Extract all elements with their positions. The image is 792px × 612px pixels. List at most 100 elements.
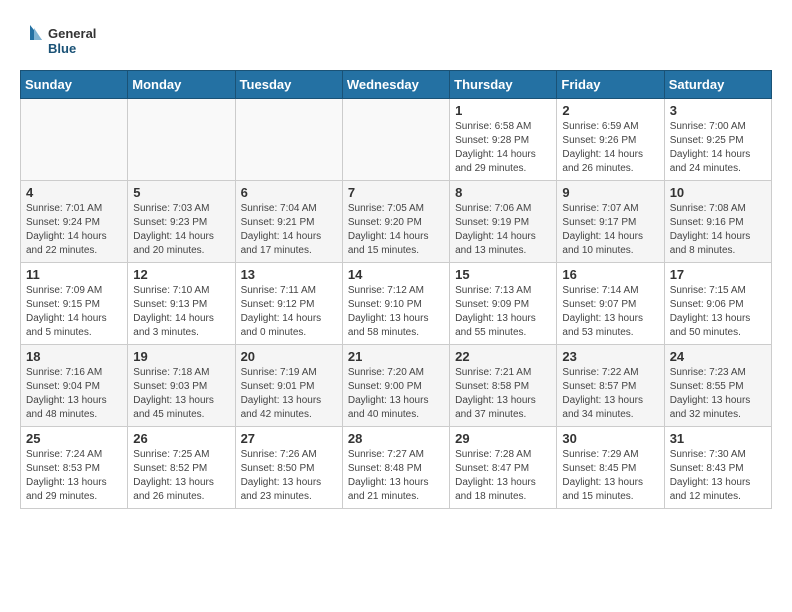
day-info: Sunrise: 7:30 AM Sunset: 8:43 PM Dayligh… xyxy=(670,448,766,504)
day-info: Sunrise: 7:09 AM Sunset: 9:15 PM Dayligh… xyxy=(26,284,122,340)
day-info: Sunrise: 7:29 AM Sunset: 8:45 PM Dayligh… xyxy=(562,448,658,504)
day-number: 29 xyxy=(455,431,551,446)
day-number: 27 xyxy=(241,431,337,446)
day-number: 2 xyxy=(562,103,658,118)
calendar-week-1: 1 Sunrise: 6:58 AM Sunset: 9:28 PM Daylig… xyxy=(21,99,772,181)
day-info: Sunrise: 6:58 AM Sunset: 9:28 PM Dayligh… xyxy=(455,120,551,176)
day-number: 1 xyxy=(455,103,551,118)
calendar-table: SundayMondayTuesdayWednesdayThursdayFrid… xyxy=(20,70,772,509)
day-number: 20 xyxy=(241,349,337,364)
day-number: 18 xyxy=(26,349,122,364)
day-number: 6 xyxy=(241,185,337,200)
calendar-cell: 2 Sunrise: 6:59 AM Sunset: 9:26 PM Daylig… xyxy=(557,99,664,181)
calendar-cell: 12 Sunrise: 7:10 AM Sunset: 9:13 PM Dayli… xyxy=(128,263,235,345)
day-number: 3 xyxy=(670,103,766,118)
day-number: 25 xyxy=(26,431,122,446)
day-info: Sunrise: 7:04 AM Sunset: 9:21 PM Dayligh… xyxy=(241,202,337,258)
calendar-cell: 22Sunrise: 7:21 AM Sunset: 8:58 PM Dayli… xyxy=(450,345,557,427)
day-number: 11 xyxy=(26,267,122,282)
day-number: 5 xyxy=(133,185,229,200)
calendar-cell xyxy=(342,99,449,181)
day-info: Sunrise: 7:10 AM Sunset: 9:13 PM Dayligh… xyxy=(133,284,229,340)
day-info: Sunrise: 7:15 AM Sunset: 9:06 PM Dayligh… xyxy=(670,284,766,340)
calendar-cell: 6 Sunrise: 7:04 AM Sunset: 9:21 PM Daylig… xyxy=(235,181,342,263)
day-info: Sunrise: 7:05 AM Sunset: 9:20 PM Dayligh… xyxy=(348,202,444,258)
day-number: 7 xyxy=(348,185,444,200)
calendar-week-5: 25 Sunrise: 7:24 AM Sunset: 8:53 PM Dayli… xyxy=(21,427,772,509)
calendar-cell: 3 Sunrise: 7:00 AM Sunset: 9:25 PM Daylig… xyxy=(664,99,771,181)
day-number: 17 xyxy=(670,267,766,282)
svg-text:General: General xyxy=(48,26,96,41)
day-number: 28 xyxy=(348,431,444,446)
day-info: Sunrise: 7:12 AM Sunset: 9:10 PM Dayligh… xyxy=(348,284,444,340)
calendar-cell: 25 Sunrise: 7:24 AM Sunset: 8:53 PM Dayli… xyxy=(21,427,128,509)
calendar-cell: 23 Sunrise: 7:22 AM Sunset: 8:57 PM Dayli… xyxy=(557,345,664,427)
calendar-cell: 28 Sunrise: 7:27 AM Sunset: 8:48 PM Dayli… xyxy=(342,427,449,509)
day-info: Sunrise: 7:18 AM Sunset: 9:03 PM Dayligh… xyxy=(133,366,229,422)
day-info: Sunrise: 7:01 AM Sunset: 9:24 PM Dayligh… xyxy=(26,202,122,258)
calendar-cell: 13 Sunrise: 7:11 AM Sunset: 9:12 PM Dayli… xyxy=(235,263,342,345)
calendar-cell: 10 Sunrise: 7:08 AM Sunset: 9:16 PM Dayli… xyxy=(664,181,771,263)
day-info: Sunrise: 7:07 AM Sunset: 9:17 PM Dayligh… xyxy=(562,202,658,258)
calendar-cell: 15 Sunrise: 7:13 AM Sunset: 9:09 PM Dayli… xyxy=(450,263,557,345)
calendar-cell: 5 Sunrise: 7:03 AM Sunset: 9:23 PM Daylig… xyxy=(128,181,235,263)
day-info: Sunrise: 7:08 AM Sunset: 9:16 PM Dayligh… xyxy=(670,202,766,258)
day-info: Sunrise: 7:24 AM Sunset: 8:53 PM Dayligh… xyxy=(26,448,122,504)
day-info: Sunrise: 7:16 AM Sunset: 9:04 PM Dayligh… xyxy=(26,366,122,422)
calendar-cell: 4Sunrise: 7:01 AM Sunset: 9:24 PM Daylig… xyxy=(21,181,128,263)
calendar-cell xyxy=(128,99,235,181)
calendar-cell: 7 Sunrise: 7:05 AM Sunset: 9:20 PM Daylig… xyxy=(342,181,449,263)
day-number: 15 xyxy=(455,267,551,282)
day-info: Sunrise: 7:03 AM Sunset: 9:23 PM Dayligh… xyxy=(133,202,229,258)
day-number: 8 xyxy=(455,185,551,200)
calendar-week-3: 11 Sunrise: 7:09 AM Sunset: 9:15 PM Dayli… xyxy=(21,263,772,345)
weekday-header-monday: Monday xyxy=(128,71,235,99)
day-info: Sunrise: 7:06 AM Sunset: 9:19 PM Dayligh… xyxy=(455,202,551,258)
calendar-cell: 9 Sunrise: 7:07 AM Sunset: 9:17 PM Daylig… xyxy=(557,181,664,263)
calendar-cell xyxy=(21,99,128,181)
calendar-body: 1 Sunrise: 6:58 AM Sunset: 9:28 PM Daylig… xyxy=(21,99,772,509)
day-number: 14 xyxy=(348,267,444,282)
day-info: Sunrise: 7:11 AM Sunset: 9:12 PM Dayligh… xyxy=(241,284,337,340)
day-number: 9 xyxy=(562,185,658,200)
calendar-cell: 27 Sunrise: 7:26 AM Sunset: 8:50 PM Dayli… xyxy=(235,427,342,509)
day-info: Sunrise: 7:21 AM Sunset: 8:58 PM Dayligh… xyxy=(455,366,551,422)
calendar-cell: 31Sunrise: 7:30 AM Sunset: 8:43 PM Dayli… xyxy=(664,427,771,509)
day-number: 13 xyxy=(241,267,337,282)
day-number: 12 xyxy=(133,267,229,282)
weekday-header-tuesday: Tuesday xyxy=(235,71,342,99)
day-number: 10 xyxy=(670,185,766,200)
calendar-week-4: 18 Sunrise: 7:16 AM Sunset: 9:04 PM Dayli… xyxy=(21,345,772,427)
weekday-header-saturday: Saturday xyxy=(664,71,771,99)
day-info: Sunrise: 7:25 AM Sunset: 8:52 PM Dayligh… xyxy=(133,448,229,504)
calendar-cell: 20 Sunrise: 7:19 AM Sunset: 9:01 PM Dayli… xyxy=(235,345,342,427)
day-info: Sunrise: 7:19 AM Sunset: 9:01 PM Dayligh… xyxy=(241,366,337,422)
day-number: 21 xyxy=(348,349,444,364)
day-number: 19 xyxy=(133,349,229,364)
calendar-cell xyxy=(235,99,342,181)
calendar-week-2: 4Sunrise: 7:01 AM Sunset: 9:24 PM Daylig… xyxy=(21,181,772,263)
logo-svg: General Blue xyxy=(20,20,100,60)
day-info: Sunrise: 7:00 AM Sunset: 9:25 PM Dayligh… xyxy=(670,120,766,176)
calendar-header: SundayMondayTuesdayWednesdayThursdayFrid… xyxy=(21,71,772,99)
day-info: Sunrise: 7:28 AM Sunset: 8:47 PM Dayligh… xyxy=(455,448,551,504)
calendar-cell: 26Sunrise: 7:25 AM Sunset: 8:52 PM Dayli… xyxy=(128,427,235,509)
calendar-cell: 11 Sunrise: 7:09 AM Sunset: 9:15 PM Dayli… xyxy=(21,263,128,345)
day-info: Sunrise: 7:27 AM Sunset: 8:48 PM Dayligh… xyxy=(348,448,444,504)
calendar-cell: 8 Sunrise: 7:06 AM Sunset: 9:19 PM Daylig… xyxy=(450,181,557,263)
calendar-cell: 17 Sunrise: 7:15 AM Sunset: 9:06 PM Dayli… xyxy=(664,263,771,345)
day-number: 16 xyxy=(562,267,658,282)
logo: General Blue xyxy=(20,20,100,60)
calendar-cell: 16 Sunrise: 7:14 AM Sunset: 9:07 PM Dayli… xyxy=(557,263,664,345)
day-info: Sunrise: 6:59 AM Sunset: 9:26 PM Dayligh… xyxy=(562,120,658,176)
day-info: Sunrise: 7:13 AM Sunset: 9:09 PM Dayligh… xyxy=(455,284,551,340)
day-info: Sunrise: 7:26 AM Sunset: 8:50 PM Dayligh… xyxy=(241,448,337,504)
calendar-cell: 19 Sunrise: 7:18 AM Sunset: 9:03 PM Dayli… xyxy=(128,345,235,427)
day-number: 23 xyxy=(562,349,658,364)
weekday-header-friday: Friday xyxy=(557,71,664,99)
calendar-cell: 14 Sunrise: 7:12 AM Sunset: 9:10 PM Dayli… xyxy=(342,263,449,345)
calendar-cell: 18 Sunrise: 7:16 AM Sunset: 9:04 PM Dayli… xyxy=(21,345,128,427)
day-info: Sunrise: 7:22 AM Sunset: 8:57 PM Dayligh… xyxy=(562,366,658,422)
day-info: Sunrise: 7:14 AM Sunset: 9:07 PM Dayligh… xyxy=(562,284,658,340)
day-info: Sunrise: 7:23 AM Sunset: 8:55 PM Dayligh… xyxy=(670,366,766,422)
